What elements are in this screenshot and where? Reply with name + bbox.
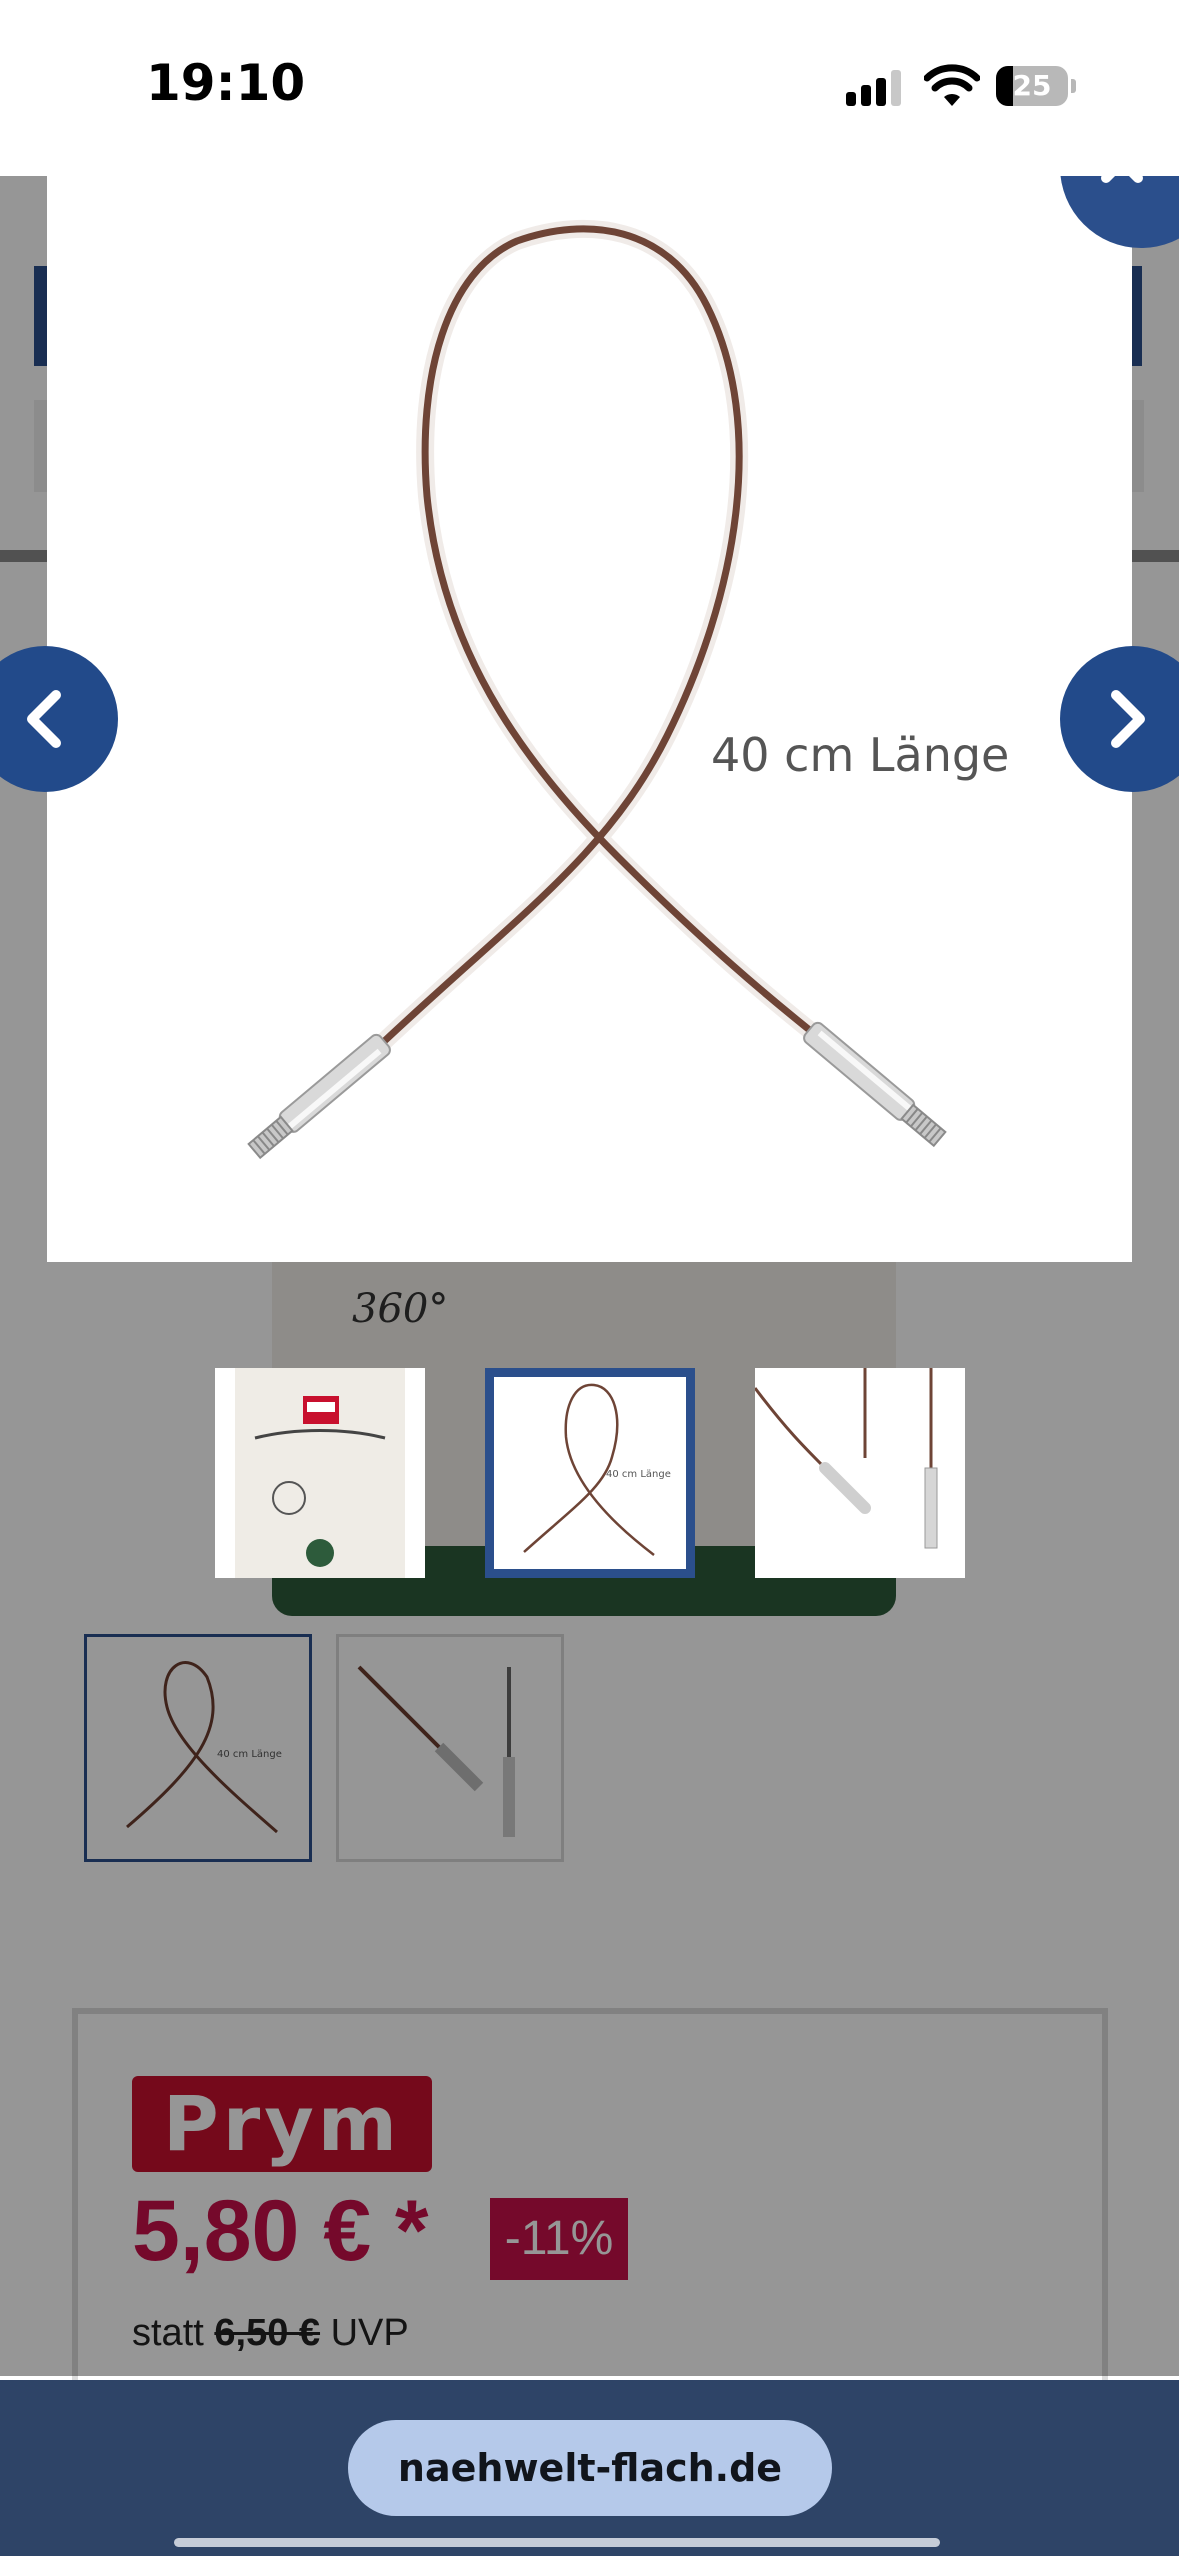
lightbox-image: 40 cm Länge [47, 176, 1132, 1262]
svg-text:40 cm Länge: 40 cm Länge [606, 1469, 671, 1480]
battery-icon: 25 [996, 66, 1076, 106]
battery-level: 25 [1012, 69, 1052, 102]
cable-loop-image [247, 219, 947, 1160]
status-time: 19:10 [146, 54, 306, 112]
cable-detail-icon [755, 1368, 938, 1549]
address-bar[interactable]: naehwelt-flach.de [348, 2420, 832, 2516]
length-label: 40 cm Länge [711, 728, 1010, 782]
status-bar: 19:10 25 [0, 0, 1179, 176]
lightbox-thumbnail-cable-detail[interactable] [755, 1368, 965, 1578]
lightbox-thumbnail-packaging[interactable] [215, 1368, 425, 1578]
signal-icon [846, 70, 902, 106]
wifi-icon [924, 64, 980, 106]
browser-toolbar: naehwelt-flach.de [0, 2380, 1179, 2556]
lightbox-thumbnail-cable-loop[interactable]: 40 cm Länge [485, 1368, 695, 1578]
home-indicator[interactable] [174, 2538, 940, 2547]
chevron-left-icon [27, 690, 61, 748]
packaging-icon [235, 1368, 405, 1578]
cable-loop-icon: 40 cm Länge [523, 1383, 671, 1556]
chevron-right-icon [1111, 690, 1145, 748]
